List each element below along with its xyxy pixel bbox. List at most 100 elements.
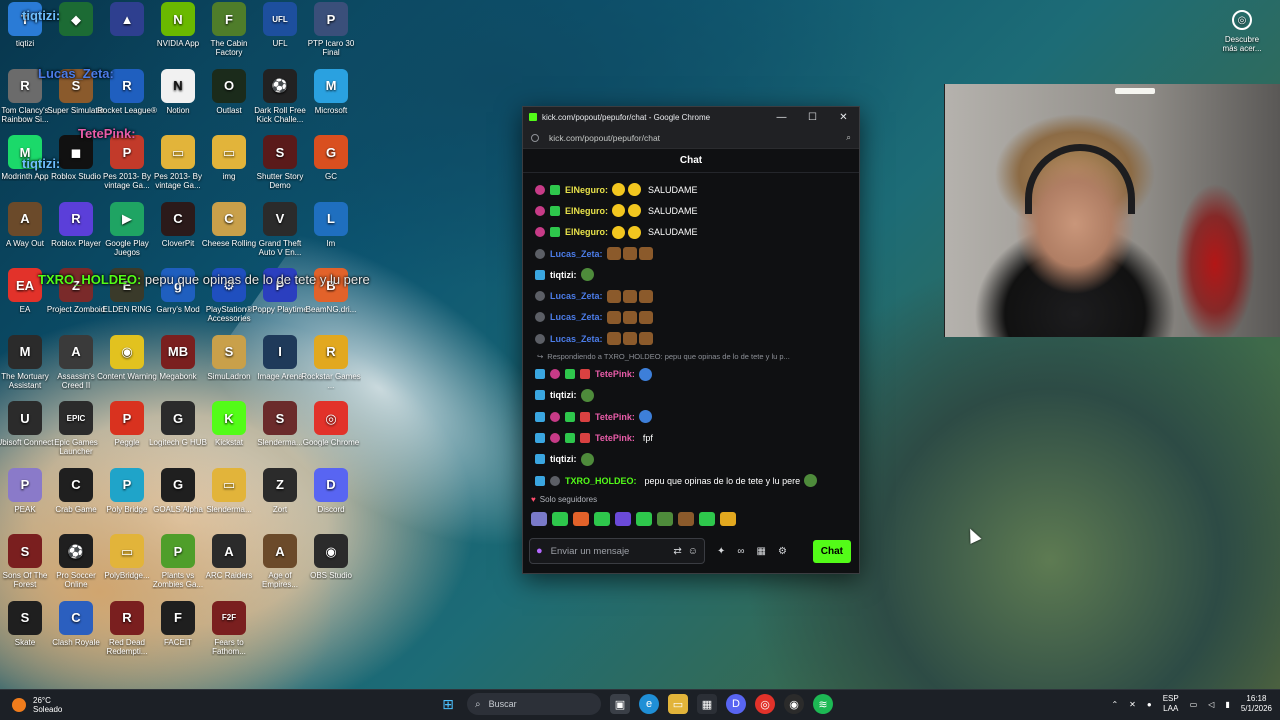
- gift-icon[interactable]: ✦: [717, 546, 725, 557]
- volume-icon[interactable]: ◁: [1208, 700, 1214, 709]
- desktop-icon[interactable]: D Discord: [301, 467, 361, 514]
- chat-username[interactable]: ElNeguro:: [565, 206, 608, 216]
- recent-emote-icon[interactable]: [699, 512, 715, 526]
- emote-icon: [638, 410, 652, 424]
- desktop-icon[interactable]: G GC: [301, 135, 361, 181]
- recent-emote-icon[interactable]: [678, 512, 694, 526]
- spotify-icon[interactable]: ≋: [813, 694, 833, 714]
- chat-message[interactable]: Lucas_Zeta:: [535, 328, 851, 349]
- store-icon[interactable]: ▦: [757, 546, 766, 557]
- recent-emote-icon[interactable]: [573, 512, 589, 526]
- discover-more-widget[interactable]: ◎ Descubre más acer...: [1218, 10, 1266, 53]
- language-indicator[interactable]: ESP LAA: [1163, 694, 1179, 714]
- chat-message-input[interactable]: ● Enviar un mensaje ⇄ ☺: [529, 538, 705, 564]
- battery-icon[interactable]: ▮: [1225, 700, 1229, 709]
- chrome-icon[interactable]: ◎: [755, 694, 775, 714]
- chat-username[interactable]: Lucas_Zeta:: [550, 334, 603, 344]
- app-icon: F2F: [212, 600, 246, 635]
- chat-message[interactable]: Lucas_Zeta:: [535, 285, 851, 306]
- headphones: [1025, 144, 1135, 214]
- chat-username[interactable]: TetePink:: [595, 412, 635, 422]
- infinity-icon[interactable]: ∞: [737, 546, 744, 557]
- mod-badge-icon: [535, 369, 545, 380]
- desktop-icon[interactable]: ◎ Google Chrome: [301, 401, 361, 447]
- app-icon: ▭: [161, 135, 195, 169]
- chat-message[interactable]: Lucas_Zeta:: [535, 243, 851, 264]
- recent-emote-icon[interactable]: [615, 512, 631, 526]
- chat-message[interactable]: TXRO_HOLDEO: pepu que opinas de lo de tet…: [535, 470, 851, 491]
- gear-icon[interactable]: ⚙: [778, 546, 787, 557]
- network-off-icon[interactable]: ✕: [1129, 700, 1136, 709]
- chat-message[interactable]: tiqtizi:: [535, 385, 851, 406]
- maximize-button[interactable]: ☐: [797, 107, 828, 127]
- recent-emote-icon[interactable]: [531, 512, 547, 526]
- windows-start-icon[interactable]: ⊞: [438, 694, 458, 714]
- task-view-icon[interactable]: ▣: [610, 694, 630, 714]
- chat-username[interactable]: Lucas_Zeta:: [550, 249, 603, 259]
- app-icon: S: [263, 401, 297, 435]
- recent-emote-icon[interactable]: [594, 512, 610, 526]
- chat-message[interactable]: TetePink:: [535, 363, 851, 384]
- zoom-icon[interactable]: ⌕: [846, 132, 851, 143]
- chat-username[interactable]: tiqtizi:: [550, 270, 577, 280]
- clock[interactable]: 16:18 5/1/2026: [1241, 694, 1272, 714]
- emote-icon: [606, 310, 621, 324]
- file-explorer-icon[interactable]: ▭: [668, 694, 688, 714]
- recent-emote-icon[interactable]: [657, 512, 673, 526]
- translate-icon[interactable]: ⇄: [673, 546, 681, 557]
- system-tray: ⌃ ✕ ● ESP LAA ▭ ◁ ▮ 16:18 5/1/2026: [1111, 694, 1272, 714]
- reply-note-text: Respondiendo a TXRO_HOLDEO: pepu que opi…: [547, 351, 790, 361]
- chevron-up-icon[interactable]: ⌃: [1111, 700, 1118, 709]
- emoji-icon[interactable]: ☺: [688, 546, 698, 557]
- chat-message[interactable]: ElNeguro: SALUDAME: [535, 179, 851, 200]
- chat-message-text: SALUDAME: [648, 184, 698, 195]
- chat-message[interactable]: tiqtizi:: [535, 449, 851, 470]
- desktop-icon[interactable]: R Rockstar Games ...: [301, 334, 361, 390]
- desktop-icon[interactable]: F2F Fears to Fathom...: [199, 600, 259, 656]
- address-bar[interactable]: kick.com/popout/pepufor/chat ⌕: [523, 127, 859, 149]
- app-icon: V: [263, 201, 297, 236]
- close-button[interactable]: ✕: [828, 107, 859, 127]
- taskbar-search[interactable]: ⌕ Buscar: [467, 693, 601, 715]
- chat-username[interactable]: tiqtizi:: [550, 454, 577, 464]
- chat-username[interactable]: tiqtizi:: [550, 390, 577, 400]
- weather-widget[interactable]: 26°C Soleado: [12, 696, 62, 714]
- emote-icon: [628, 204, 642, 218]
- chat-message[interactable]: ElNeguro: SALUDAME: [535, 200, 851, 221]
- chat-message[interactable]: Lucas_Zeta:: [535, 307, 851, 328]
- desktop-icon[interactable]: Llm: [301, 201, 361, 248]
- chat-message[interactable]: tiqtizi:: [535, 264, 851, 285]
- obs-icon[interactable]: ◉: [784, 694, 804, 714]
- desktop-icon-label: BeamNG.dri...: [305, 305, 357, 314]
- minimize-button[interactable]: —: [766, 107, 797, 127]
- chat-message[interactable]: TetePink:: [535, 406, 851, 427]
- site-info-icon[interactable]: [531, 133, 539, 142]
- send-chat-button[interactable]: Chat: [812, 539, 851, 563]
- emote-icon: [622, 247, 637, 261]
- display-icon[interactable]: ▭: [1190, 700, 1198, 709]
- chat-username[interactable]: Lucas_Zeta:: [550, 291, 603, 301]
- recent-emote-icon[interactable]: [636, 512, 652, 526]
- mic-icon[interactable]: ●: [1147, 700, 1152, 709]
- microphone-icon[interactable]: ●: [536, 545, 543, 557]
- chat-message[interactable]: ElNeguro: SALUDAME: [535, 222, 851, 243]
- recent-emote-icon[interactable]: [552, 512, 568, 526]
- chat-username[interactable]: ElNeguro:: [565, 227, 608, 237]
- chat-message-list[interactable]: ElNeguro: SALUDAME ElNeguro: SALUDAME ElNegu…: [523, 175, 859, 493]
- chat-username[interactable]: TetePink:: [595, 433, 635, 443]
- store-app-icon[interactable]: ▦: [697, 694, 717, 714]
- discord-icon[interactable]: D: [726, 694, 746, 714]
- desktop-icon[interactable]: P PTP Icaro 30 Final: [301, 2, 361, 57]
- desktop-icon[interactable]: M Microsoft: [301, 68, 361, 115]
- chat-username[interactable]: ElNeguro:: [565, 185, 608, 195]
- chat-username[interactable]: TetePink:: [595, 369, 635, 379]
- recent-emote-icon[interactable]: [720, 512, 736, 526]
- app-icon: ▭: [212, 135, 246, 169]
- desktop-icon[interactable]: ◉ OBS Studio: [301, 534, 361, 580]
- app-icon: N: [161, 68, 195, 103]
- edge-icon[interactable]: e: [639, 694, 659, 714]
- chat-username[interactable]: Lucas_Zeta:: [550, 312, 603, 322]
- clock-date: 5/1/2026: [1240, 704, 1272, 713]
- chat-message[interactable]: TetePink: fpf: [535, 427, 851, 448]
- chat-username[interactable]: TXRO_HOLDEO:: [565, 476, 637, 486]
